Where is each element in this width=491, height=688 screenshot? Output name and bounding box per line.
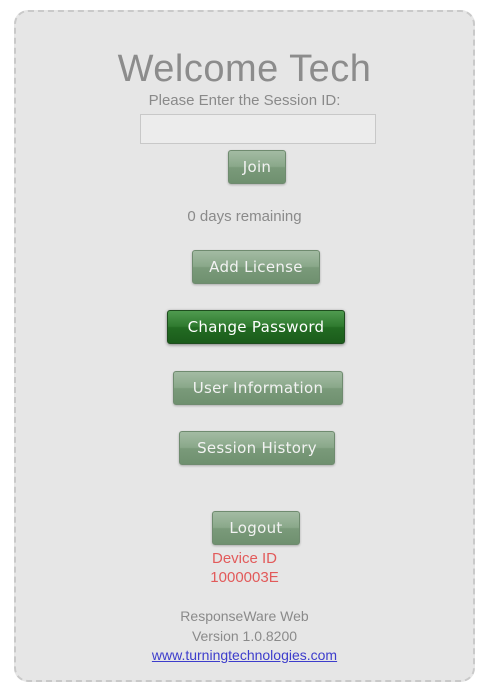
session-id-input[interactable] bbox=[140, 114, 376, 144]
add-license-button[interactable]: Add License bbox=[192, 250, 320, 284]
user-information-button[interactable]: User Information bbox=[173, 371, 343, 405]
page-title: Welcome Tech bbox=[117, 48, 372, 90]
product-name: ResponseWare Web bbox=[180, 608, 309, 624]
session-history-button[interactable]: Session History bbox=[179, 431, 335, 465]
device-id-label: Device ID bbox=[211, 550, 278, 567]
device-id-value: 1000003E bbox=[210, 569, 279, 586]
logout-button[interactable]: Logout bbox=[212, 511, 300, 545]
session-id-prompt: Please Enter the Session ID: bbox=[148, 92, 341, 109]
login-panel: Welcome Tech Please Enter the Session ID… bbox=[14, 10, 475, 682]
join-button[interactable]: Join bbox=[228, 150, 286, 184]
version-text: Version 1.0.8200 bbox=[191, 628, 298, 644]
website-link[interactable]: www.turningtechnologies.com bbox=[152, 647, 337, 663]
days-remaining-text: 0 days remaining bbox=[187, 208, 302, 225]
change-password-button[interactable]: Change Password bbox=[167, 310, 345, 344]
